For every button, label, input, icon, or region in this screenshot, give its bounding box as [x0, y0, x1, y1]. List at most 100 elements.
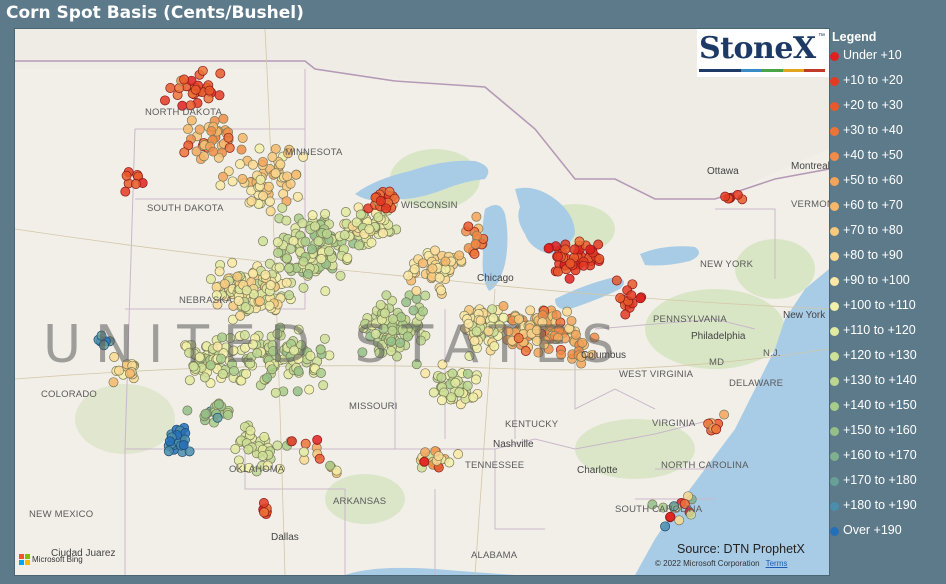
legend-item[interactable]: +10 to +20	[830, 73, 917, 98]
basis-point[interactable]	[204, 85, 215, 96]
basis-point[interactable]	[498, 301, 509, 312]
basis-point[interactable]	[258, 190, 269, 201]
basis-point[interactable]	[292, 386, 303, 397]
legend-item[interactable]: +70 to +80	[830, 223, 917, 248]
basis-point[interactable]	[420, 447, 431, 458]
basis-point[interactable]	[259, 507, 270, 518]
basis-point[interactable]	[339, 230, 350, 240]
basis-map[interactable]: UNITED STATES NORTH DAKOTA SOUTH DAKOTA …	[14, 28, 830, 576]
basis-point[interactable]	[270, 168, 281, 179]
basis-point[interactable]	[255, 174, 266, 185]
legend-item[interactable]: +180 to +190	[830, 498, 917, 523]
basis-point[interactable]	[232, 271, 243, 282]
basis-point[interactable]	[401, 297, 412, 308]
basis-point[interactable]	[284, 263, 294, 274]
basis-point[interactable]	[471, 211, 482, 222]
basis-point[interactable]	[304, 384, 315, 395]
basis-point[interactable]	[470, 239, 481, 250]
terms-link[interactable]: Terms	[766, 559, 788, 568]
legend-item[interactable]: Under +10	[830, 48, 917, 73]
basis-point[interactable]	[265, 206, 276, 217]
basis-point[interactable]	[300, 236, 311, 247]
basis-point[interactable]	[574, 236, 585, 247]
basis-point[interactable]	[313, 236, 324, 247]
basis-point[interactable]	[324, 246, 335, 257]
basis-point[interactable]	[258, 498, 269, 508]
basis-point[interactable]	[257, 156, 268, 167]
basis-point[interactable]	[179, 74, 190, 85]
basis-point[interactable]	[454, 387, 465, 398]
basis-point[interactable]	[434, 272, 445, 283]
basis-point[interactable]	[241, 285, 252, 296]
basis-point[interactable]	[565, 258, 576, 269]
basis-point[interactable]	[121, 170, 132, 181]
basis-point[interactable]	[194, 124, 205, 135]
basis-point[interactable]	[569, 244, 580, 255]
basis-point[interactable]	[626, 290, 637, 301]
basis-point[interactable]	[428, 387, 439, 398]
basis-point[interactable]	[247, 159, 258, 170]
basis-point[interactable]	[218, 171, 228, 182]
basis-point[interactable]	[543, 243, 554, 254]
basis-point[interactable]	[436, 285, 447, 296]
basis-point[interactable]	[732, 189, 743, 200]
basis-point[interactable]	[230, 444, 241, 454]
basis-point[interactable]	[215, 180, 226, 191]
basis-point[interactable]	[437, 395, 447, 406]
basis-point[interactable]	[660, 521, 671, 532]
basis-point[interactable]	[472, 230, 482, 241]
basis-point[interactable]	[430, 245, 440, 256]
basis-point[interactable]	[160, 95, 170, 106]
basis-point[interactable]	[463, 221, 474, 232]
basis-point[interactable]	[184, 375, 195, 386]
basis-point[interactable]	[321, 228, 332, 239]
basis-point[interactable]	[208, 146, 219, 157]
basis-point[interactable]	[291, 169, 302, 180]
basis-point[interactable]	[381, 290, 392, 301]
basis-point[interactable]	[615, 293, 626, 303]
basis-point[interactable]	[274, 262, 285, 273]
basis-point[interactable]	[212, 412, 223, 423]
basis-point[interactable]	[446, 392, 457, 403]
basis-point[interactable]	[325, 460, 336, 471]
basis-point[interactable]	[227, 257, 238, 268]
basis-point[interactable]	[120, 186, 131, 197]
basis-point[interactable]	[594, 254, 605, 264]
basis-point[interactable]	[417, 258, 428, 269]
basis-point[interactable]	[248, 268, 258, 279]
basis-point[interactable]	[635, 293, 646, 304]
basis-point[interactable]	[342, 253, 353, 263]
basis-point[interactable]	[240, 302, 251, 313]
basis-point[interactable]	[211, 282, 222, 293]
basis-point[interactable]	[585, 244, 596, 255]
basis-point[interactable]	[292, 191, 303, 202]
basis-point[interactable]	[235, 159, 245, 170]
basis-point[interactable]	[285, 243, 296, 254]
basis-point[interactable]	[312, 434, 323, 445]
legend-item[interactable]: +40 to +50	[830, 148, 917, 173]
basis-point[interactable]	[298, 446, 309, 457]
legend-item[interactable]: +110 to +120	[830, 323, 917, 348]
basis-point[interactable]	[316, 254, 327, 264]
basis-point[interactable]	[272, 237, 283, 248]
basis-point[interactable]	[373, 212, 384, 223]
basis-point[interactable]	[237, 133, 248, 143]
basis-point[interactable]	[179, 147, 190, 158]
basis-point[interactable]	[281, 253, 292, 264]
basis-point[interactable]	[340, 207, 351, 217]
basis-point[interactable]	[254, 143, 265, 154]
basis-point[interactable]	[267, 152, 278, 162]
basis-point[interactable]	[219, 278, 230, 289]
legend-item[interactable]: +160 to +170	[830, 448, 917, 473]
basis-point[interactable]	[263, 181, 274, 192]
basis-point[interactable]	[108, 377, 119, 388]
basis-point[interactable]	[246, 196, 257, 207]
legend-item[interactable]: +90 to +100	[830, 273, 917, 298]
basis-point[interactable]	[259, 432, 270, 442]
basis-point[interactable]	[450, 377, 461, 388]
basis-point[interactable]	[720, 191, 731, 202]
basis-point[interactable]	[282, 171, 293, 182]
basis-point[interactable]	[264, 300, 275, 311]
basis-point[interactable]	[165, 83, 176, 93]
legend-item[interactable]: +170 to +180	[830, 473, 917, 498]
